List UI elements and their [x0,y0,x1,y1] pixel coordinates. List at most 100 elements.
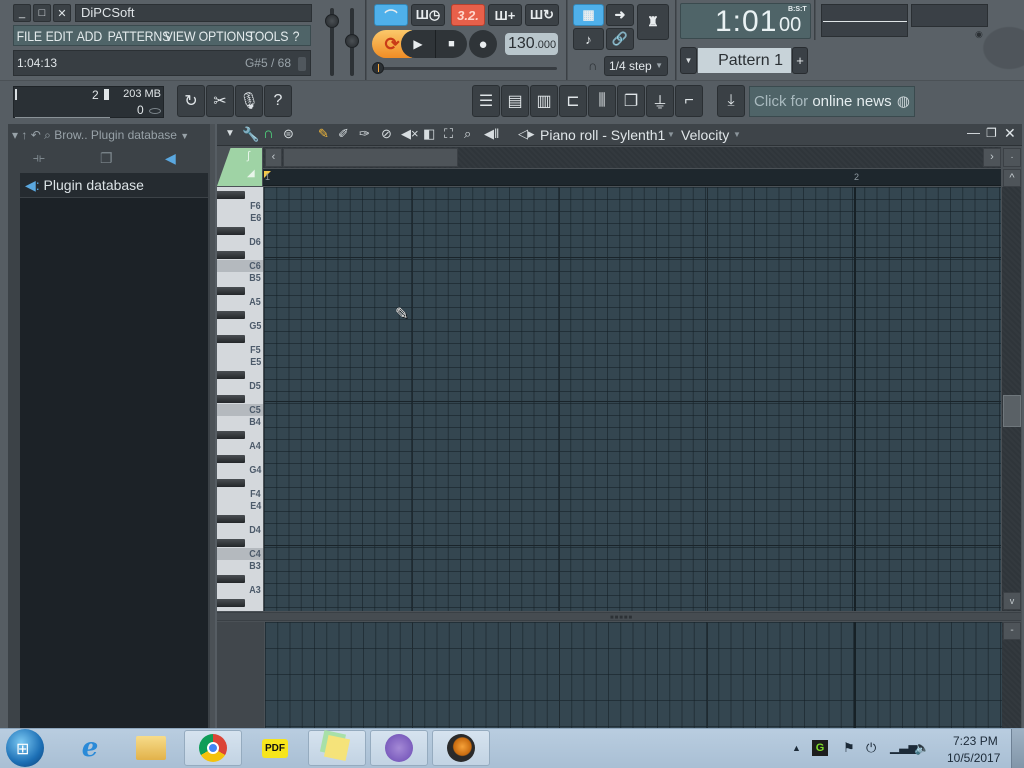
pr-minimize-button[interactable]: — [967,125,980,140]
touch-controller-button[interactable]: ⌐ [675,85,703,117]
song-position-slider[interactable] [375,67,557,70]
multilink-button[interactable]: 🔗 [606,28,634,50]
taskbar-fl-studio[interactable] [432,730,490,766]
play-button[interactable]: ▶ [401,30,435,58]
select-tool-icon[interactable]: ⛶ [444,126,453,142]
snap-selector[interactable]: 1/4 step ▼ [604,56,668,76]
start-button[interactable]: ⊞ [6,729,44,767]
online-news-banner[interactable]: Click for online news ◍ [749,86,915,117]
countdown-button[interactable]: 3.2. [451,4,485,26]
download-news-button[interactable]: ⤓ [717,85,745,117]
up-arrow-icon[interactable]: ↑ [21,128,27,142]
preview-speaker-icon[interactable]: ◁▸ [518,126,535,142]
zoom-tool-icon[interactable]: ⌕ [464,126,471,142]
pr-close-button[interactable]: ✕ [1004,125,1016,142]
menu-circle-icon[interactable]: ⊜ [283,126,294,142]
black-key[interactable] [217,515,245,523]
step-mode-button[interactable]: ➜ [606,4,634,26]
menu-file[interactable]: FILE [14,28,42,44]
step-edit-button[interactable]: Ш+ [488,4,522,26]
record-audio-button[interactable]: 🎙 [235,85,263,117]
mute-tool-icon[interactable]: ◀× [401,126,419,142]
brush-tool-icon[interactable]: ✐ [338,126,349,142]
event-zoom-button[interactable]: - [1003,622,1021,640]
menu-tools[interactable]: TOOLS [245,28,289,44]
master-pitch-handle[interactable] [345,34,359,48]
master-knob-button[interactable]: ♜ [637,4,669,40]
black-key[interactable] [217,335,245,343]
zoom-reset-button[interactable]: · [1003,148,1021,167]
playback-tool-icon[interactable]: ◀‖ [484,126,499,142]
stop-button[interactable]: ■ [435,30,467,58]
show-desktop-button[interactable] [1011,729,1024,768]
menu-view[interactable]: VIEW [162,28,196,44]
black-key[interactable] [217,479,245,487]
paint-tool-icon[interactable]: ✑ [359,126,370,142]
black-key[interactable] [217,539,245,547]
taskbar-file-explorer[interactable] [122,730,180,766]
pattern-menu-button[interactable]: ▼ [680,47,697,74]
blend-notes-button[interactable]: ♪ [573,28,604,50]
vertical-scroll-thumb[interactable] [1003,395,1021,427]
minimize-button[interactable]: _ [13,4,31,22]
maximize-button[interactable]: □ [33,4,51,22]
browser-item-plugin-database[interactable]: ◀: Plugin database [20,173,208,197]
record-button[interactable]: ● [469,30,497,58]
mixer-button[interactable]: ⫼ [588,85,616,117]
taskbar-bittorrent[interactable] [370,730,428,766]
waveform-icon[interactable]: ⟛ [33,150,45,166]
black-key[interactable] [217,395,245,403]
files-icon[interactable]: ❐ [100,150,113,167]
options-menu-icon[interactable]: ▼ [225,128,235,139]
menu-patterns[interactable]: PATTERNS [105,28,171,44]
wrench-icon[interactable]: 🔧 [242,126,259,143]
piano-keyboard[interactable]: F6 E6 D6 C6 B5 A5 G5 F5 E5 D5 C5 B4 A4 G4 F4 E4 D4 C4 B3 A3 [217,187,263,611]
event-target-selector[interactable]: Velocity [681,127,729,143]
undo-button[interactable]: ↻ [177,85,205,117]
browser-button[interactable]: ⊏ [559,85,587,117]
event-editor-splitter[interactable]: ■■■■■ [217,612,1021,621]
dropdown-icon[interactable]: ▼ [180,131,189,141]
channel-dropdown-icon[interactable]: ▼ [667,130,675,139]
metronome-button[interactable]: ⌒ [374,4,408,26]
snap-magnet-icon[interactable]: ∩ [263,125,274,142]
menu-options[interactable]: OPTIONS [196,28,253,44]
taskbar-internet-explorer[interactable]: e [61,730,119,766]
playlist-button[interactable]: ☰ [472,85,500,117]
close-button[interactable]: ✕ [53,4,71,22]
pencil-tool-icon[interactable]: ✎ [318,126,329,142]
master-volume-handle[interactable] [325,14,339,28]
taskbar-sticky-notes[interactable] [308,730,366,766]
pattern-selector[interactable]: Pattern 1 [698,48,791,73]
menu-edit[interactable]: EDIT [43,28,74,44]
horizontal-scroll-thumb[interactable] [283,148,458,167]
scroll-right-button[interactable]: › [983,148,1001,167]
show-hidden-icons-button[interactable]: ▲ [792,743,801,753]
pr-restore-button[interactable]: ❐ [986,126,997,140]
timeline-ruler[interactable]: 1 2 [263,169,1001,186]
tempo-field[interactable]: 130.000 [505,33,558,55]
browser-resize-handle[interactable] [210,124,215,728]
taskbar-pdf-reader[interactable]: PDF [246,730,304,766]
add-pattern-button[interactable]: + [792,47,808,74]
help-button[interactable]: ? [264,85,292,117]
menu-help[interactable]: ? [290,28,301,44]
black-key[interactable] [217,251,245,259]
plugin-picker-button[interactable]: ⏚ [646,85,674,117]
scroll-left-button[interactable]: ‹ [265,148,282,167]
scroll-up-button[interactable]: ^ [1003,169,1021,187]
search-icon[interactable]: ⌕ [44,128,51,142]
power-plug-icon[interactable]: ⏻ [866,740,876,756]
scroll-down-button[interactable]: v [1003,592,1021,610]
piano-roll-button[interactable]: ▥ [530,85,558,117]
loop-record-button[interactable]: Ш↻ [525,4,559,26]
slice-tool-icon[interactable]: ◧ [423,126,435,142]
note-grid[interactable] [264,187,1003,611]
target-dropdown-icon[interactable]: ▼ [733,130,741,139]
typing-keyboard-button[interactable]: ▦ [573,4,604,26]
black-key[interactable] [217,227,245,235]
clock-time[interactable]: 7:23 PM [953,734,998,748]
song-position-handle[interactable] [372,62,384,74]
black-key[interactable] [217,191,245,199]
volume-icon[interactable]: 🔈 [914,740,930,756]
